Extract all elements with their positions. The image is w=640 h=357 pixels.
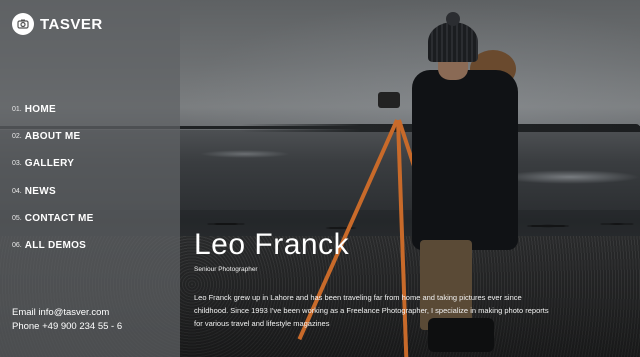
nav-item-label: CONTACT ME bbox=[24, 212, 94, 224]
nav-item-gallery[interactable]: 03. GALLERY bbox=[12, 150, 94, 177]
nav-item-label: HOME bbox=[24, 104, 56, 116]
beanie-hat bbox=[428, 22, 478, 62]
nav-item-number: 02. bbox=[12, 133, 22, 141]
main-nav: 01. HOME 02. ABOUT ME 03. GALLERY 04. NE… bbox=[12, 96, 94, 259]
nav-item-label: ALL DEMOS bbox=[24, 240, 87, 252]
profile-name: Leo Franck bbox=[194, 228, 350, 261]
contact-phone[interactable]: Phone +49 900 234 55 - 6 bbox=[12, 320, 122, 334]
nav-item-number: 03. bbox=[12, 160, 22, 168]
nav-item-contact-me[interactable]: 05. CONTACT ME bbox=[12, 205, 94, 232]
beanie-pom bbox=[446, 12, 460, 26]
nav-item-label: GALLERY bbox=[24, 158, 75, 170]
sky-glow bbox=[180, 0, 640, 130]
camera bbox=[378, 92, 400, 108]
nav-item-number: 04. bbox=[12, 187, 22, 195]
nav-item-all-demos[interactable]: 06. ALL DEMOS bbox=[12, 232, 94, 259]
nav-item-news[interactable]: 04. NEWS bbox=[12, 178, 94, 205]
profile-role: Seniour Photographer bbox=[194, 266, 258, 273]
profile-bio: Leo Franck grew up in Lahore and has bee… bbox=[194, 293, 549, 328]
nav-item-number: 01. bbox=[12, 106, 22, 114]
sidebar: TASVER 01. HOME 02. ABOUT ME 03. GALLERY… bbox=[0, 0, 180, 357]
brand-logo[interactable]: TASVER bbox=[12, 13, 103, 35]
coat bbox=[412, 70, 518, 250]
contact-info: Email info@tasver.com Phone +49 900 234 … bbox=[12, 306, 122, 334]
nav-item-about-me[interactable]: 02. ABOUT ME bbox=[12, 123, 94, 150]
nav-item-number: 06. bbox=[12, 242, 22, 250]
nav-item-number: 05. bbox=[12, 214, 22, 222]
brand-name: TASVER bbox=[40, 15, 103, 33]
camera-icon bbox=[12, 13, 34, 35]
nav-item-label: ABOUT ME bbox=[24, 131, 81, 143]
nav-item-label: NEWS bbox=[24, 185, 56, 197]
wave-foam bbox=[200, 150, 290, 158]
wave-foam bbox=[500, 170, 640, 184]
contact-email[interactable]: Email info@tasver.com bbox=[12, 306, 122, 320]
nav-item-home[interactable]: 01. HOME bbox=[12, 96, 94, 123]
